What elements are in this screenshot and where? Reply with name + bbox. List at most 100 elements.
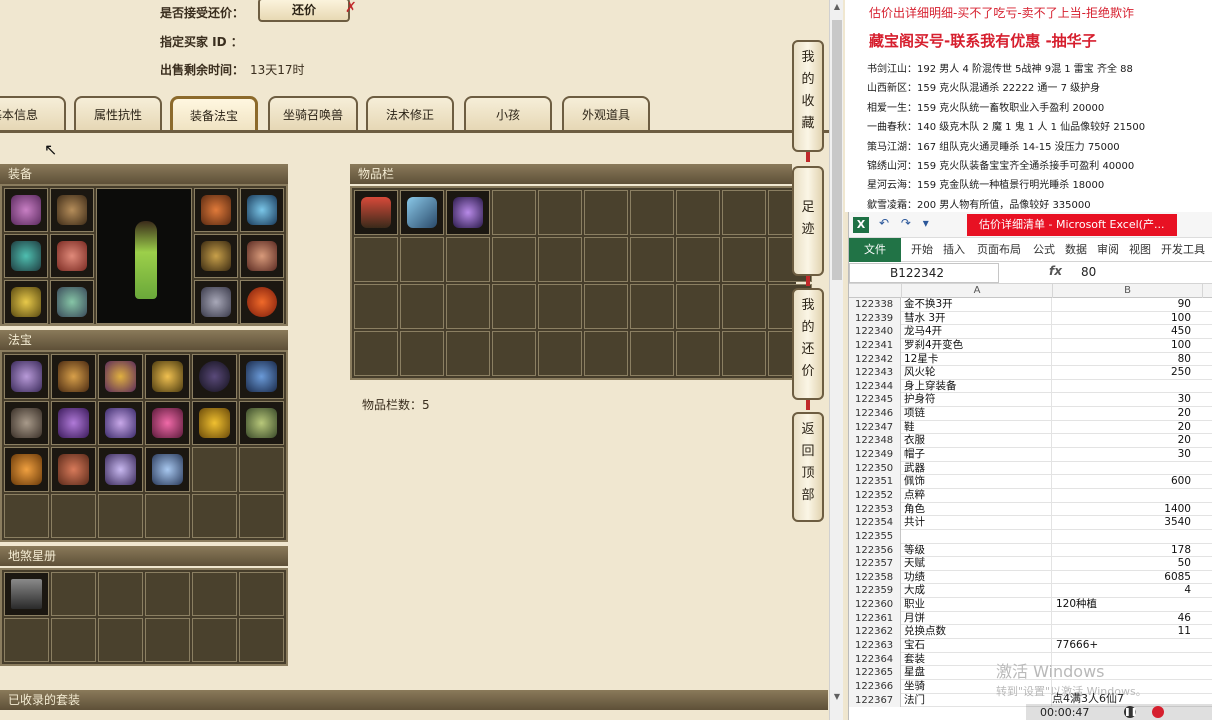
treasure-slot[interactable] bbox=[98, 354, 143, 399]
name-box[interactable]: B122342 bbox=[849, 263, 999, 283]
treasure-slot-empty[interactable] bbox=[145, 493, 190, 538]
inventory-slot-empty[interactable] bbox=[722, 284, 766, 329]
inventory-slot-empty[interactable] bbox=[400, 237, 444, 282]
inventory-slot-empty[interactable] bbox=[492, 190, 536, 235]
cell-b[interactable]: 77666+ bbox=[1053, 639, 1197, 653]
column-header-b[interactable]: B bbox=[1053, 284, 1203, 298]
row-number[interactable]: 122362 bbox=[849, 625, 901, 640]
cell-a[interactable]: 佩饰 bbox=[902, 475, 1052, 489]
treasure-slot[interactable] bbox=[98, 400, 143, 445]
cell-b[interactable]: 6085 bbox=[1053, 571, 1197, 585]
cell-b[interactable]: 20 bbox=[1053, 434, 1197, 448]
vertical-scrollbar[interactable]: ▲ ▼ bbox=[829, 0, 843, 720]
treasure-slot[interactable] bbox=[192, 354, 237, 399]
treasure-slot[interactable] bbox=[4, 447, 49, 492]
cell-a[interactable]: 12星卡 bbox=[902, 352, 1052, 367]
treasure-slot[interactable] bbox=[4, 354, 49, 399]
star-card-slot-empty[interactable] bbox=[192, 618, 237, 662]
inventory-slot-empty[interactable] bbox=[400, 331, 444, 376]
star-card-slot-empty[interactable] bbox=[145, 618, 190, 662]
treasure-slot-empty[interactable] bbox=[192, 447, 237, 492]
treasure-slot[interactable] bbox=[239, 354, 284, 399]
inventory-slot-empty[interactable] bbox=[630, 190, 674, 235]
ribbon-tab-developer[interactable]: 开发工具 bbox=[1161, 238, 1205, 262]
equip-slot[interactable] bbox=[50, 188, 94, 232]
ribbon-tab-layout[interactable]: 页面布局 bbox=[977, 238, 1021, 262]
tab-appearance[interactable]: 外观道具 bbox=[562, 96, 650, 132]
cell-a[interactable] bbox=[902, 529, 1052, 544]
row-number[interactable]: 122361 bbox=[849, 611, 901, 626]
select-all-corner[interactable] bbox=[849, 284, 902, 298]
star-card-slot-empty[interactable] bbox=[192, 572, 237, 616]
cell-b[interactable] bbox=[1053, 462, 1197, 476]
cell-b[interactable]: 120种植 bbox=[1053, 598, 1197, 612]
cell-a[interactable]: 宝石 bbox=[902, 639, 1052, 653]
cell-b[interactable]: 250 bbox=[1053, 366, 1197, 380]
inventory-slot-empty[interactable] bbox=[676, 284, 720, 329]
cell-a[interactable]: 天赋 bbox=[902, 557, 1052, 571]
cell-b[interactable]: 600 bbox=[1053, 475, 1197, 489]
cell-b[interactable]: 30 bbox=[1053, 448, 1197, 462]
treasure-slot-empty[interactable] bbox=[192, 493, 237, 538]
treasure-slot[interactable] bbox=[145, 354, 190, 399]
tab-spell-mods[interactable]: 法术修正 bbox=[366, 96, 454, 132]
tab-basic-info[interactable]: 基本信息 bbox=[0, 96, 66, 132]
cell-a[interactable]: 功绩 bbox=[902, 570, 1052, 585]
quick-access-icons[interactable]: ↶ ↷ ▾ bbox=[879, 216, 933, 230]
row-number[interactable]: 122354 bbox=[849, 516, 901, 530]
cell-a[interactable]: 身上穿装备 bbox=[902, 379, 1052, 394]
row-number[interactable]: 122343 bbox=[849, 366, 901, 380]
treasure-slot-empty[interactable] bbox=[4, 493, 49, 538]
inventory-slot[interactable] bbox=[400, 190, 444, 235]
inventory-slot-empty[interactable] bbox=[584, 237, 628, 282]
star-card-slot-empty[interactable] bbox=[239, 572, 284, 616]
ribbon-tab-formulas[interactable]: 公式 bbox=[1033, 238, 1055, 262]
cell-a[interactable]: 大成 bbox=[902, 584, 1052, 599]
inventory-slot-empty[interactable] bbox=[446, 331, 490, 376]
haggle-button[interactable]: 还价 bbox=[258, 0, 350, 22]
cell-b[interactable]: 50 bbox=[1053, 557, 1197, 571]
pause-icon[interactable]: ❚❚ bbox=[1124, 706, 1137, 718]
cell-a[interactable]: 点粹 bbox=[902, 488, 1052, 503]
cell-b[interactable]: 20 bbox=[1053, 421, 1197, 435]
close-icon[interactable]: ✗ bbox=[345, 0, 357, 16]
equip-slot[interactable] bbox=[50, 234, 94, 278]
row-number[interactable]: 122357 bbox=[849, 557, 901, 571]
row-number[interactable]: 122366 bbox=[849, 679, 901, 694]
ribbon-file-tab[interactable]: 文件 bbox=[849, 238, 901, 262]
cell-a[interactable]: 兑换点数 bbox=[902, 625, 1052, 640]
treasure-slot[interactable] bbox=[51, 400, 96, 445]
inventory-slot-empty[interactable] bbox=[446, 237, 490, 282]
tab-attributes[interactable]: 属性抗性 bbox=[74, 96, 162, 132]
row-number[interactable]: 122352 bbox=[849, 488, 901, 503]
equip-slot[interactable] bbox=[194, 234, 238, 278]
row-number[interactable]: 122350 bbox=[849, 461, 901, 476]
row-number[interactable]: 122360 bbox=[849, 598, 901, 612]
treasure-slot-empty[interactable] bbox=[239, 493, 284, 538]
treasure-slot[interactable] bbox=[145, 400, 190, 445]
inventory-slot-empty[interactable] bbox=[676, 237, 720, 282]
row-number[interactable]: 122353 bbox=[849, 502, 901, 517]
inventory-slot-empty[interactable] bbox=[722, 237, 766, 282]
ribbon-tab-home[interactable]: 开始 bbox=[911, 238, 933, 262]
equip-slot[interactable] bbox=[194, 280, 238, 324]
cell-a[interactable]: 项链 bbox=[902, 407, 1052, 421]
row-number[interactable]: 122355 bbox=[849, 529, 901, 544]
side-tab-history[interactable]: 足迹 bbox=[792, 166, 824, 276]
row-number[interactable]: 122341 bbox=[849, 338, 901, 353]
star-card-slot-empty[interactable] bbox=[145, 572, 190, 616]
inventory-slot-empty[interactable] bbox=[722, 331, 766, 376]
star-card-slot-empty[interactable] bbox=[4, 618, 49, 662]
row-number[interactable]: 122338 bbox=[849, 298, 901, 312]
tab-equipment[interactable]: 装备法宝 bbox=[170, 96, 258, 132]
cell-b[interactable]: 100 bbox=[1053, 339, 1197, 353]
treasure-slot-empty[interactable] bbox=[98, 493, 143, 538]
cell-a[interactable]: 金不换3开 bbox=[902, 298, 1052, 312]
ribbon-tab-data[interactable]: 数据 bbox=[1065, 238, 1087, 262]
row-number[interactable]: 122345 bbox=[849, 393, 901, 408]
cell-b[interactable] bbox=[1053, 489, 1197, 503]
inventory-slot-empty[interactable] bbox=[630, 331, 674, 376]
inventory-slot-empty[interactable] bbox=[538, 331, 582, 376]
row-number[interactable]: 122359 bbox=[849, 584, 901, 599]
equip-slot[interactable] bbox=[4, 188, 48, 232]
